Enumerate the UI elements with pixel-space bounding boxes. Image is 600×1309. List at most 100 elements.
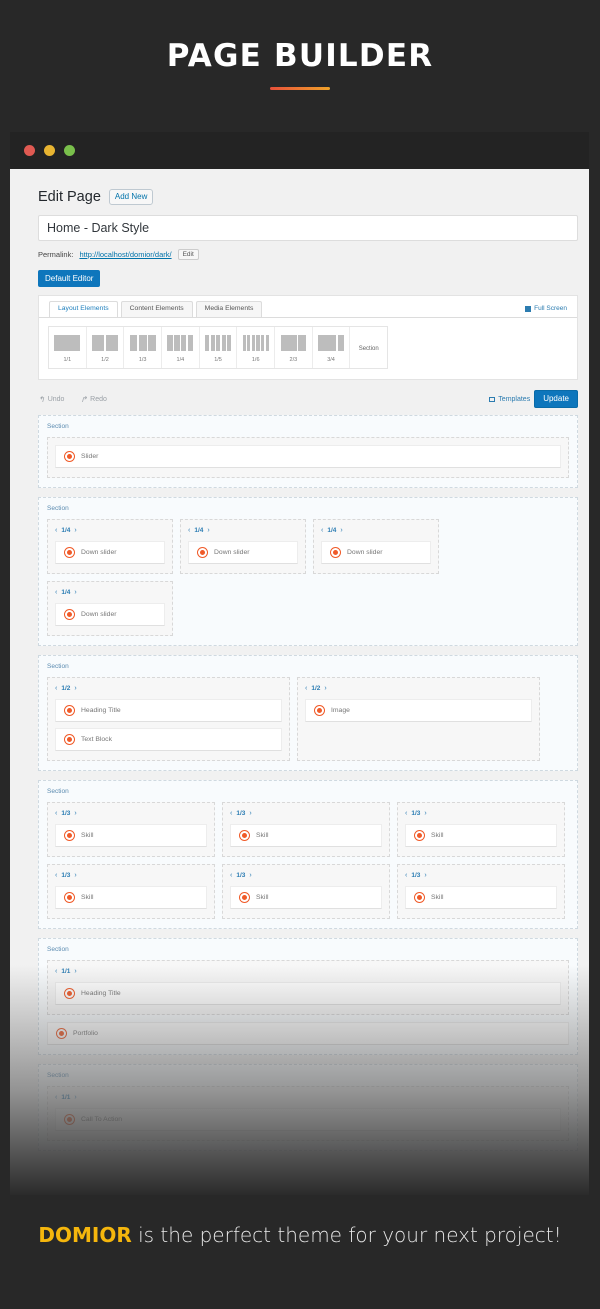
layout-element-1-5[interactable]: 1/5 [200,327,238,368]
canvas-widget[interactable]: Heading Title [55,982,561,1005]
column-prev-icon[interactable]: ‹ [55,527,57,534]
layout-element-1-6[interactable]: 1/6 [237,327,275,368]
templates-button[interactable]: Templates [489,396,530,403]
canvas-section[interactable]: Section‹1/4›Down slider‹1/4›Down slider‹… [38,497,578,646]
canvas-section[interactable]: Section‹1/3›Skill‹1/3›Skill‹1/3›Skill‹1/… [38,780,578,929]
canvas-section[interactable]: Section‹1/1›Heading TitlePortfolio [38,938,578,1055]
canvas-widget[interactable]: Call To Action [55,1108,561,1131]
canvas-widget[interactable]: Slider [55,445,561,468]
layout-element-1-2[interactable]: 1/2 [87,327,125,368]
column-next-icon[interactable]: › [424,810,426,817]
column-prev-icon[interactable]: ‹ [55,589,57,596]
canvas-column[interactable]: ‹1/4› Down slider [180,519,306,574]
layout-element-3-4[interactable]: 3/4 [313,327,351,368]
column-size-control[interactable]: ‹1/1› [55,968,561,975]
column-next-icon[interactable]: › [249,872,251,879]
canvas-widget[interactable]: Image [305,699,532,722]
canvas-column[interactable]: ‹1/2› Image [297,677,540,761]
canvas-widget[interactable]: Portfolio [47,1022,569,1045]
tab-layout-elements[interactable]: Layout Elements [49,301,118,317]
layout-element-section[interactable]: Section [350,327,387,368]
column-size-control[interactable]: ‹1/2› [305,685,532,692]
canvas-widget[interactable]: Down slider [55,603,165,626]
window-maximize-dot-icon[interactable] [64,145,75,156]
column-prev-icon[interactable]: ‹ [55,1094,57,1101]
canvas-widget[interactable]: Down slider [321,541,431,564]
canvas-column[interactable]: Slider [47,437,569,478]
column-size-control[interactable]: ‹1/3› [405,810,557,817]
canvas-widget[interactable]: Text Block [55,728,282,751]
canvas-column[interactable]: ‹1/3› Skill [47,864,215,919]
column-next-icon[interactable]: › [249,810,251,817]
canvas-widget[interactable]: Down slider [55,541,165,564]
column-size-control[interactable]: ‹1/3› [55,872,207,879]
column-size-control[interactable]: ‹1/3› [55,810,207,817]
fullscreen-button[interactable]: Full Screen [525,305,567,312]
canvas-column[interactable]: ‹1/2› Heading Title Text Block [47,677,290,761]
column-prev-icon[interactable]: ‹ [305,685,307,692]
canvas-widget[interactable]: Skill [405,886,557,909]
column-size-control[interactable]: ‹1/3› [230,872,382,879]
column-prev-icon[interactable]: ‹ [230,810,232,817]
column-next-icon[interactable]: › [74,968,76,975]
canvas-column[interactable]: ‹1/4› Down slider [313,519,439,574]
window-minimize-dot-icon[interactable] [44,145,55,156]
column-size-control[interactable]: ‹1/1› [55,1094,561,1101]
column-prev-icon[interactable]: ‹ [55,685,57,692]
column-prev-icon[interactable]: ‹ [55,968,57,975]
canvas-column[interactable]: ‹1/1› Call To Action [47,1086,569,1141]
window-close-dot-icon[interactable] [24,145,35,156]
permalink-edit-button[interactable]: Edit [178,249,199,260]
canvas-column[interactable]: ‹1/3› Skill [222,864,390,919]
column-next-icon[interactable]: › [340,527,342,534]
canvas-widget[interactable]: Skill [55,824,207,847]
canvas-section[interactable]: Section‹1/1›Call To Action [38,1064,578,1151]
layout-element-1-1[interactable]: 1/1 [49,327,87,368]
canvas-column[interactable]: ‹1/4› Down slider [47,581,173,636]
column-prev-icon[interactable]: ‹ [230,872,232,879]
layout-element-1-4[interactable]: 1/4 [162,327,200,368]
layout-element-1-3[interactable]: 1/3 [124,327,162,368]
column-next-icon[interactable]: › [74,527,76,534]
redo-button[interactable]: ↱ Redo [80,395,106,404]
column-next-icon[interactable]: › [74,872,76,879]
canvas-widget[interactable]: Skill [405,824,557,847]
canvas-column[interactable]: ‹1/3› Skill [222,802,390,857]
canvas-widget[interactable]: Skill [230,824,382,847]
canvas-column[interactable]: ‹1/3› Skill [47,802,215,857]
column-prev-icon[interactable]: ‹ [55,810,57,817]
column-prev-icon[interactable]: ‹ [405,810,407,817]
post-title-input[interactable]: Home - Dark Style [38,215,578,241]
column-next-icon[interactable]: › [424,872,426,879]
column-size-control[interactable]: ‹1/4› [321,527,431,534]
canvas-section[interactable]: SectionSlider [38,415,578,488]
column-next-icon[interactable]: › [207,527,209,534]
column-size-control[interactable]: ‹1/2› [55,685,282,692]
canvas-section[interactable]: Section‹1/2›Heading TitleText Block‹1/2›… [38,655,578,771]
add-new-button[interactable]: Add New [109,189,153,205]
column-size-control[interactable]: ‹1/3› [230,810,382,817]
layout-element-2-3[interactable]: 2/3 [275,327,313,368]
canvas-widget[interactable]: Down slider [188,541,298,564]
column-prev-icon[interactable]: ‹ [405,872,407,879]
canvas-column[interactable]: ‹1/1› Heading Title [47,960,569,1015]
column-next-icon[interactable]: › [74,589,76,596]
canvas-column[interactable]: ‹1/3› Skill [397,864,565,919]
canvas-column[interactable]: Portfolio [47,1022,569,1045]
column-prev-icon[interactable]: ‹ [55,872,57,879]
tab-content-elements[interactable]: Content Elements [121,301,193,317]
column-prev-icon[interactable]: ‹ [188,527,190,534]
column-size-control[interactable]: ‹1/3› [405,872,557,879]
column-prev-icon[interactable]: ‹ [321,527,323,534]
column-next-icon[interactable]: › [74,810,76,817]
column-next-icon[interactable]: › [74,1094,76,1101]
canvas-widget[interactable]: Skill [230,886,382,909]
permalink-link[interactable]: http://localhost/domior/dark/ [79,250,171,259]
column-size-control[interactable]: ‹1/4› [55,589,165,596]
canvas-column[interactable]: ‹1/3› Skill [397,802,565,857]
default-editor-button[interactable]: Default Editor [38,270,100,287]
canvas-widget[interactable]: Heading Title [55,699,282,722]
column-size-control[interactable]: ‹1/4› [188,527,298,534]
canvas-column[interactable]: ‹1/4›Down slider [47,519,173,574]
canvas-widget[interactable]: Skill [55,886,207,909]
